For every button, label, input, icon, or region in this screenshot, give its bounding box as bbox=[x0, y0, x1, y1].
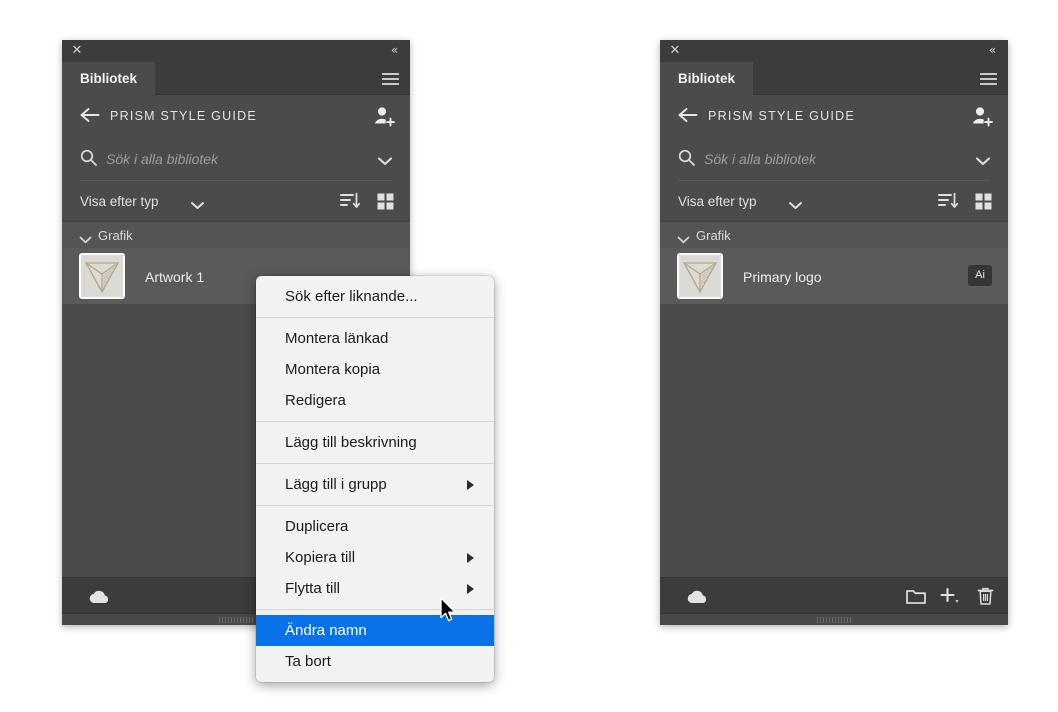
filter-by-type-label[interactable]: Visa efter typ bbox=[678, 181, 757, 222]
asset-name: Artwork 1 bbox=[145, 269, 205, 285]
library-content: Grafik Primary logo Ai bbox=[660, 222, 1008, 577]
group-header-grafik[interactable]: Grafik bbox=[62, 222, 410, 248]
menu-separator bbox=[256, 463, 494, 464]
menu-item[interactable]: Lägg till i grupp bbox=[256, 469, 494, 500]
menu-item[interactable]: Redigera bbox=[256, 385, 494, 416]
new-library-icon[interactable] bbox=[906, 588, 926, 604]
menu-separator bbox=[256, 609, 494, 610]
search-icon bbox=[80, 149, 97, 166]
tab-bibliotek[interactable]: Bibliotek bbox=[660, 62, 754, 95]
libraries-panel-right: ✕ « Bibliotek PRISM STYLE GUIDE Sök i al… bbox=[660, 40, 1008, 625]
group-label: Grafik bbox=[98, 228, 133, 243]
menu-item[interactable]: Sök efter liknande... bbox=[256, 281, 494, 312]
group-label: Grafik bbox=[696, 228, 731, 243]
back-arrow-icon[interactable] bbox=[79, 106, 100, 124]
resize-grip[interactable] bbox=[219, 617, 253, 623]
submenu-arrow-icon bbox=[467, 480, 474, 490]
menu-item[interactable]: Ändra namn bbox=[256, 615, 494, 646]
close-icon[interactable]: ✕ bbox=[668, 44, 682, 58]
list-item[interactable]: Primary logo Ai bbox=[660, 248, 1008, 304]
prism-logo-thumbnail bbox=[677, 253, 723, 299]
filter-by-type-label[interactable]: Visa efter typ bbox=[80, 181, 159, 222]
hamburger-icon[interactable] bbox=[382, 73, 399, 85]
group-header-grafik[interactable]: Grafik bbox=[660, 222, 1008, 248]
prism-logo-thumbnail bbox=[79, 253, 125, 299]
panel-resize-grip-bar[interactable] bbox=[660, 613, 1008, 625]
menu-item[interactable]: Lägg till beskrivning bbox=[256, 427, 494, 458]
chevron-down-icon[interactable] bbox=[79, 231, 92, 244]
library-title: PRISM STYLE GUIDE bbox=[110, 109, 257, 123]
grid-view-icon[interactable] bbox=[975, 193, 992, 210]
tab-bibliotek[interactable]: Bibliotek bbox=[62, 62, 156, 95]
panel-titlebar: ✕ « bbox=[660, 40, 1008, 62]
close-icon[interactable]: ✕ bbox=[70, 44, 84, 58]
collapse-panel-icon[interactable]: « bbox=[386, 43, 402, 58]
add-element-icon[interactable] bbox=[939, 587, 961, 606]
chevron-down-icon[interactable] bbox=[788, 197, 803, 209]
menu-item[interactable]: Montera länkad bbox=[256, 323, 494, 354]
sort-descending-icon[interactable] bbox=[938, 192, 959, 210]
collapse-panel-icon[interactable]: « bbox=[984, 43, 1000, 58]
chevron-down-icon[interactable] bbox=[190, 197, 205, 209]
menu-item[interactable]: Ta bort bbox=[256, 646, 494, 677]
menu-item[interactable]: Flytta till bbox=[256, 573, 494, 604]
grid-view-icon[interactable] bbox=[377, 193, 394, 210]
status-badge: Ai bbox=[968, 265, 992, 286]
cloud-sync-icon[interactable] bbox=[686, 589, 709, 604]
chevron-down-icon[interactable] bbox=[377, 153, 393, 166]
menu-separator bbox=[256, 317, 494, 318]
library-header: PRISM STYLE GUIDE bbox=[660, 95, 1008, 136]
search-input[interactable]: Sök i alla bibliotek bbox=[704, 136, 816, 181]
menu-item[interactable]: Kopiera till bbox=[256, 542, 494, 573]
resize-grip[interactable] bbox=[817, 617, 851, 623]
asset-name: Primary logo bbox=[743, 269, 822, 285]
chevron-down-icon[interactable] bbox=[677, 231, 690, 244]
search-row: Sök i alla bibliotek bbox=[62, 136, 410, 181]
sort-descending-icon[interactable] bbox=[340, 192, 361, 210]
back-arrow-icon[interactable] bbox=[677, 106, 698, 124]
invite-collaborator-icon[interactable] bbox=[372, 104, 396, 128]
library-title: PRISM STYLE GUIDE bbox=[708, 109, 855, 123]
menu-separator bbox=[256, 505, 494, 506]
library-header: PRISM STYLE GUIDE bbox=[62, 95, 410, 136]
submenu-arrow-icon bbox=[467, 553, 474, 563]
invite-collaborator-icon[interactable] bbox=[970, 104, 994, 128]
filter-row: Visa efter typ bbox=[62, 181, 410, 222]
panel-footer-toolbar bbox=[660, 577, 1008, 613]
panel-tabstrip: Bibliotek bbox=[660, 62, 1008, 95]
search-row: Sök i alla bibliotek bbox=[660, 136, 1008, 181]
panel-titlebar: ✕ « bbox=[62, 40, 410, 62]
chevron-down-icon[interactable] bbox=[975, 153, 991, 166]
hamburger-icon[interactable] bbox=[980, 73, 997, 85]
submenu-arrow-icon bbox=[467, 584, 474, 594]
context-menu: Sök efter liknande... Montera länkad Monte… bbox=[256, 276, 494, 682]
menu-item[interactable]: Montera kopia bbox=[256, 354, 494, 385]
panel-tabstrip: Bibliotek bbox=[62, 62, 410, 95]
search-icon bbox=[678, 149, 695, 166]
search-input[interactable]: Sök i alla bibliotek bbox=[106, 136, 218, 181]
screenshot-stage: ✕ « Bibliotek PRISM STYLE GUIDE Sök i al… bbox=[0, 0, 1058, 712]
cloud-sync-icon[interactable] bbox=[88, 589, 111, 604]
menu-item[interactable]: Duplicera bbox=[256, 511, 494, 542]
filter-row: Visa efter typ bbox=[660, 181, 1008, 222]
delete-icon[interactable] bbox=[977, 587, 994, 605]
menu-separator bbox=[256, 421, 494, 422]
